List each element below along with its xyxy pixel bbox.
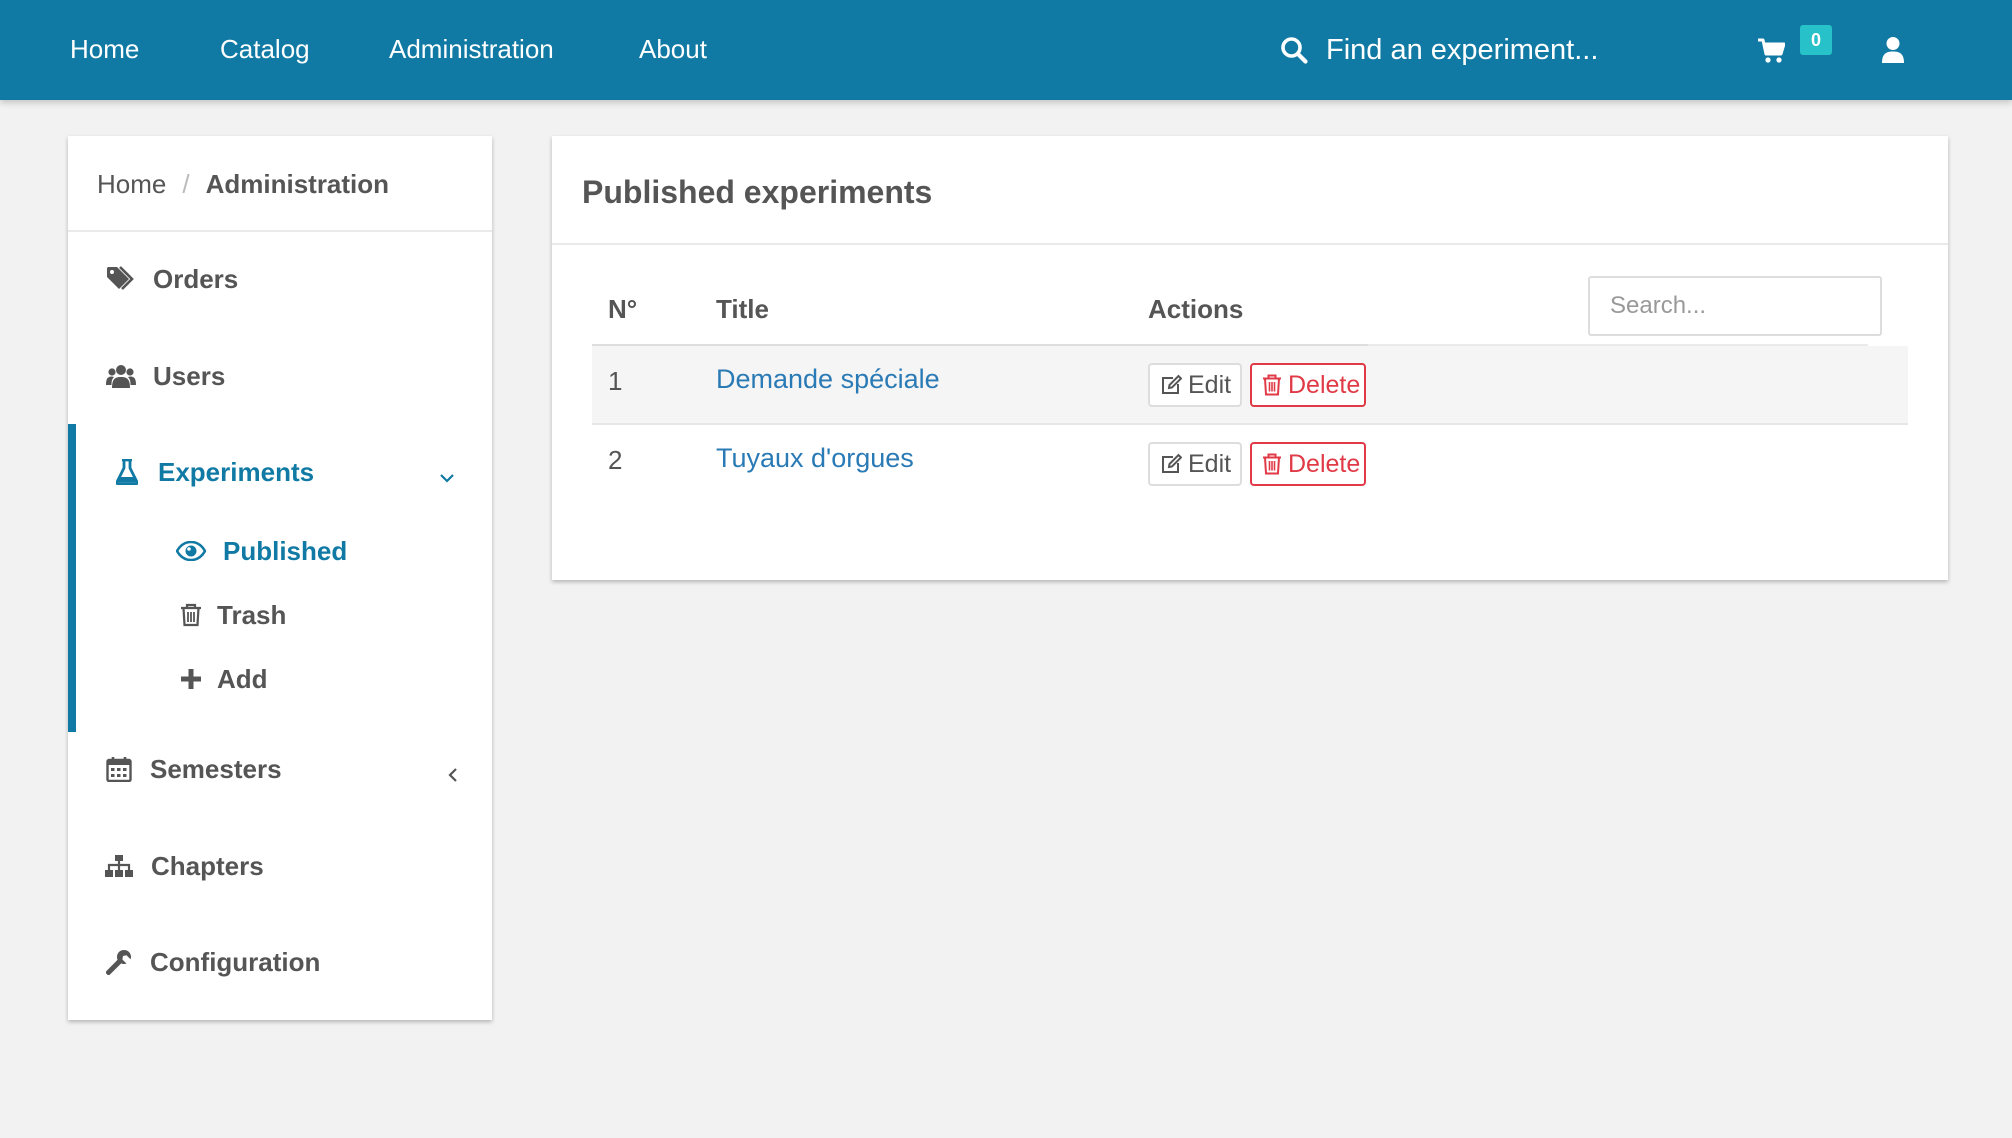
breadcrumb-home[interactable]: Home — [97, 169, 166, 199]
column-header-number: N° — [608, 294, 638, 324]
cart-count-badge: 0 — [1800, 25, 1832, 55]
table-row: 1 Demande spéciale Edit Delete — [592, 346, 1908, 424]
chevron-left-icon[interactable] — [444, 760, 462, 782]
sidebar-subitem-trash[interactable]: Trash — [68, 590, 492, 640]
wrench-icon — [104, 947, 134, 977]
trash-icon — [1262, 374, 1284, 396]
sidebar-item-experiments[interactable]: Experiments — [68, 442, 492, 502]
tags-icon — [106, 264, 136, 294]
nav-link-home[interactable]: Home — [70, 0, 139, 100]
trash-icon — [176, 600, 206, 630]
delete-button-label: Delete — [1288, 449, 1361, 478]
nav-link-catalog[interactable]: Catalog — [220, 0, 310, 100]
experiment-title-link[interactable]: Tuyaux d'orgues — [716, 443, 914, 474]
experiment-title-link[interactable]: Demande spéciale — [716, 364, 940, 395]
delete-button[interactable]: Delete — [1250, 363, 1366, 407]
flask-icon — [112, 457, 142, 487]
sitemap-icon — [104, 851, 134, 881]
table-search-input[interactable] — [1588, 276, 1882, 336]
calendar-icon — [104, 754, 134, 784]
nav-link-administration[interactable]: Administration — [389, 0, 554, 100]
edit-button[interactable]: Edit — [1148, 363, 1242, 407]
sidebar-item-label: Users — [153, 360, 226, 391]
sidebar-subitem-label: Published — [223, 535, 348, 566]
edit-icon — [1160, 374, 1182, 396]
sidebar-item-label: Chapters — [151, 850, 264, 881]
edit-button[interactable]: Edit — [1148, 442, 1242, 486]
sidebar-subitem-label: Add — [217, 663, 268, 694]
published-experiments-panel: Published experiments N° Title Actions 1… — [552, 136, 1948, 580]
sidebar-item-configuration[interactable]: Configuration — [68, 932, 492, 992]
sidebar-item-label: Orders — [153, 263, 239, 294]
sidebar-item-chapters[interactable]: Chapters — [68, 836, 492, 896]
users-icon — [106, 361, 136, 391]
admin-sidebar: Home / Administration Orders Users Experim… — [68, 136, 492, 1020]
sidebar-subitem-add[interactable]: Add — [68, 654, 492, 704]
breadcrumb-separator: / — [182, 169, 190, 199]
sidebar-item-orders[interactable]: Orders — [68, 249, 492, 309]
sidebar-item-semesters[interactable]: Semesters — [68, 739, 492, 799]
row-number: 1 — [608, 366, 623, 396]
sidebar-item-label: Experiments — [158, 456, 315, 487]
edit-button-label: Edit — [1188, 370, 1232, 399]
row-number: 2 — [608, 445, 623, 475]
delete-button-label: Delete — [1288, 370, 1361, 399]
column-header-actions: Actions — [1148, 294, 1244, 324]
panel-header: Published experiments — [552, 136, 1948, 245]
breadcrumb-current: Administration — [205, 169, 390, 199]
sidebar-subitem-published[interactable]: Published — [68, 526, 492, 576]
sidebar-item-users[interactable]: Users — [68, 346, 492, 406]
trash-icon — [1262, 453, 1284, 475]
breadcrumb: Home / Administration — [68, 136, 492, 232]
cart-icon[interactable] — [1757, 38, 1786, 64]
chevron-down-icon[interactable] — [438, 463, 456, 483]
nav-link-about[interactable]: About — [639, 0, 707, 100]
sidebar-item-label: Semesters — [150, 753, 282, 784]
sidebar-subitem-label: Trash — [217, 599, 287, 630]
edit-icon — [1160, 453, 1182, 475]
experiment-search-input[interactable] — [1326, 26, 1626, 74]
delete-button[interactable]: Delete — [1250, 442, 1366, 486]
plus-icon — [176, 664, 206, 694]
table-row: 2 Tuyaux d'orgues Edit Delete — [592, 425, 1908, 503]
search-icon[interactable] — [1280, 36, 1308, 64]
top-navbar: Home Catalog Administration About 0 — [0, 0, 2012, 100]
eye-icon — [176, 536, 206, 566]
edit-button-label: Edit — [1188, 449, 1232, 478]
page-title: Published experiments — [582, 174, 933, 210]
user-icon[interactable] — [1882, 36, 1904, 64]
sidebar-item-label: Configuration — [150, 946, 321, 977]
column-header-title: Title — [716, 294, 769, 324]
